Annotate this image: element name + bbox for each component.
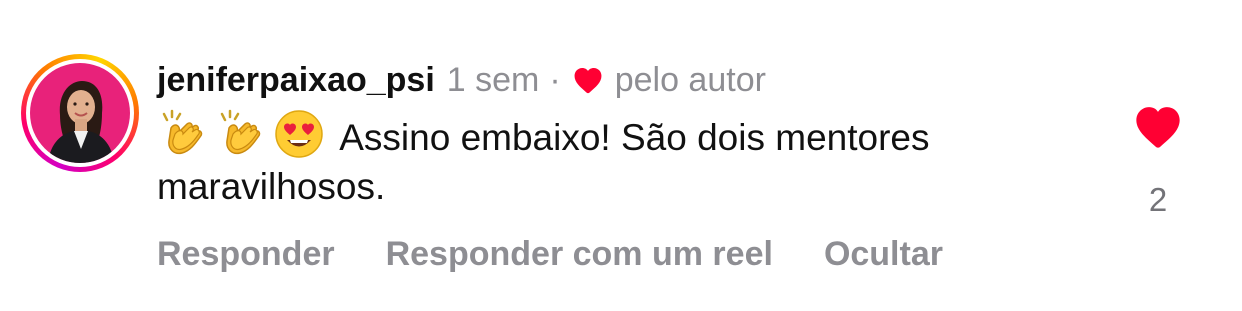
hide-button[interactable]: Ocultar: [824, 232, 943, 276]
avatar-image: [30, 63, 130, 163]
comment-row: jeniferpaixao_psi 1 sem · pelo autor Ass…: [0, 0, 1242, 311]
comment-actions: Responder Responder com um reel Ocultar: [157, 232, 943, 276]
heart-icon: [571, 63, 605, 97]
comment-meta: jeniferpaixao_psi 1 sem · pelo autor: [157, 58, 1087, 102]
avatar[interactable]: [30, 63, 130, 163]
clapping-hands-icon: [157, 108, 209, 160]
reply-with-reel-button[interactable]: Responder com um reel: [386, 232, 773, 276]
comment-timestamp: 1 sem: [446, 61, 540, 99]
reply-button[interactable]: Responder: [157, 232, 335, 276]
meta-separator: ·: [549, 61, 561, 99]
like-heart-icon[interactable]: [1132, 102, 1184, 150]
username-link[interactable]: jeniferpaixao_psi: [157, 58, 435, 102]
clapping-hands-icon: [215, 108, 267, 160]
liked-by-author-label: pelo autor: [614, 61, 766, 99]
like-count[interactable]: 2: [1120, 178, 1196, 222]
heart-eyes-face-icon: [273, 108, 325, 160]
comment-body: jeniferpaixao_psi 1 sem · pelo autor Ass…: [157, 58, 1087, 211]
avatar-story-ring[interactable]: [21, 54, 139, 172]
comment-text: Assino embaixo! São dois mentores maravi…: [157, 108, 1057, 211]
